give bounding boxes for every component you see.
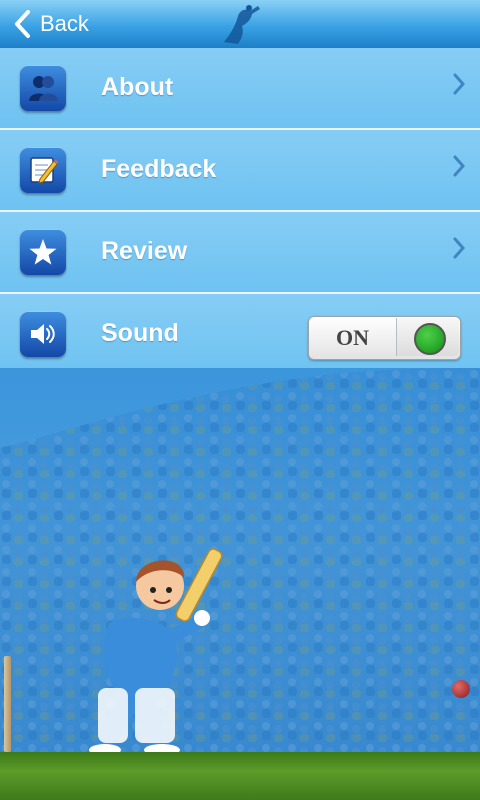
menu-item-label: Sound xyxy=(101,319,179,347)
batsman-illustration xyxy=(89,548,223,756)
cricket-ball xyxy=(452,680,470,698)
status-indicator-icon xyxy=(414,323,446,355)
stadium-background xyxy=(0,368,480,800)
speaker-icon xyxy=(20,311,66,357)
menu-item-label: About xyxy=(101,73,174,101)
settings-menu: About Feedback Review Sound ON xyxy=(0,48,480,376)
sound-toggle-label: ON xyxy=(336,325,369,350)
sound-toggle-knob[interactable] xyxy=(396,318,459,356)
menu-item-feedback[interactable]: Feedback xyxy=(0,130,480,212)
cricket-player-logo-icon xyxy=(224,5,260,44)
back-button[interactable]: Back xyxy=(10,6,89,42)
chevron-right-icon xyxy=(453,237,466,259)
chevron-left-icon xyxy=(15,10,30,38)
chevron-right-icon xyxy=(453,73,466,95)
people-icon xyxy=(20,65,66,111)
header-bar: Back xyxy=(0,0,480,49)
sound-toggle[interactable]: ON xyxy=(308,316,461,360)
star-icon xyxy=(20,229,66,275)
menu-item-review[interactable]: Review xyxy=(0,212,480,294)
back-label: Back xyxy=(40,11,89,36)
wicket-stump xyxy=(4,656,11,752)
menu-item-about[interactable]: About xyxy=(0,48,480,130)
menu-item-label: Review xyxy=(101,237,188,265)
menu-item-sound: Sound ON xyxy=(0,294,480,376)
chevron-right-icon xyxy=(453,155,466,177)
notepad-pencil-icon xyxy=(20,147,66,193)
menu-item-label: Feedback xyxy=(101,155,217,183)
grass-ground xyxy=(0,752,480,800)
